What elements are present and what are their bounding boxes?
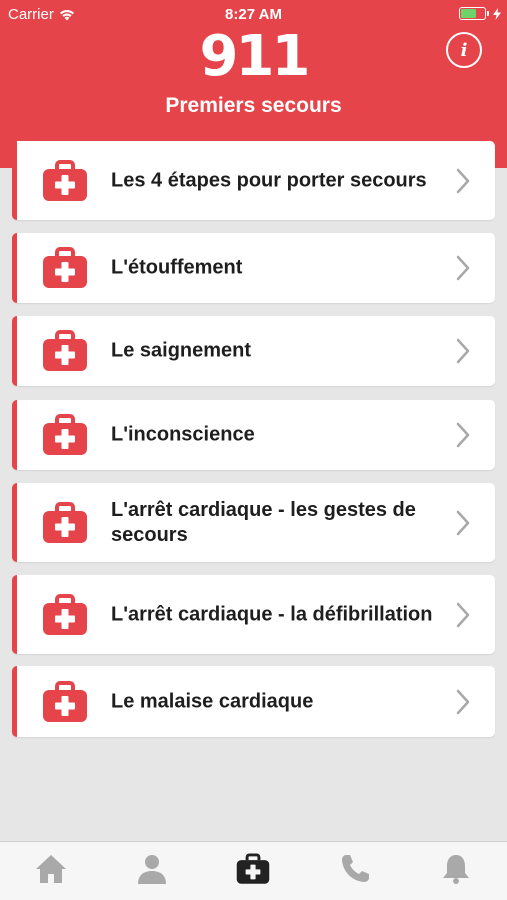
chevron-right-icon [456,689,470,715]
first-aid-kit-icon [236,852,270,891]
info-button[interactable]: i [446,32,482,68]
battery-icon [459,7,489,20]
tab-home[interactable] [21,842,81,900]
chevron-right-icon [456,602,470,628]
list-item-label: L'étouffement [111,256,243,279]
battery-fill [461,9,476,18]
list-item[interactable]: Le malaise cardiaque [12,666,495,737]
list-item-label: L'arrêt cardiaque - les gestes de secour… [111,498,416,546]
bell-icon [439,852,473,891]
list-item[interactable]: L'étouffement [12,233,495,303]
info-icon: i [460,39,468,61]
list-item[interactable]: L'arrêt cardiaque - les gestes de secour… [12,483,495,562]
list-item[interactable]: L'arrêt cardiaque - la défibrillation [12,575,495,654]
app-logo: 911 [199,24,311,89]
first-aid-kit-icon [42,247,88,289]
list-item-label: Le malaise cardiaque [111,690,314,712]
charging-icon [493,7,501,20]
tab-phone[interactable] [325,842,385,900]
first-aid-kit-icon [42,414,88,456]
chevron-right-icon [456,255,470,281]
screen: Carrier 8:27 AM 911 i Premiers secours L… [0,0,507,900]
list-item[interactable]: L'inconscience [12,400,495,470]
tab-bell[interactable] [426,842,486,900]
clock: 8:27 AM [225,6,282,23]
person-icon [135,852,169,891]
first-aid-kit-icon [42,680,88,723]
chevron-right-icon [456,338,470,364]
list-item[interactable]: Le saignement [12,316,495,386]
list-item[interactable]: Les 4 étapes pour porter secours [12,141,495,220]
first-aid-kit-icon [42,593,88,636]
chevron-right-icon [456,168,470,194]
list-item-label: Le saignement [111,339,252,362]
page-title: Premiers secours [165,94,342,117]
first-aid-kit-icon [42,159,88,202]
chevron-right-icon [456,510,470,536]
tab-person[interactable] [122,842,182,900]
list-item-label: Les 4 étapes pour porter secours [111,169,427,191]
phone-icon [338,852,372,891]
list-item-label: L'inconscience [111,423,255,446]
first-aid-kit-icon [42,501,88,544]
home-icon [34,852,68,891]
battery-status [459,7,501,20]
first-aid-kit-icon [42,330,88,372]
chevron-right-icon [456,422,470,448]
tab-bar [0,841,507,900]
tab-first-aid-kit[interactable] [223,842,283,900]
list-item-label: L'arrêt cardiaque - la défibrillation [111,603,433,625]
